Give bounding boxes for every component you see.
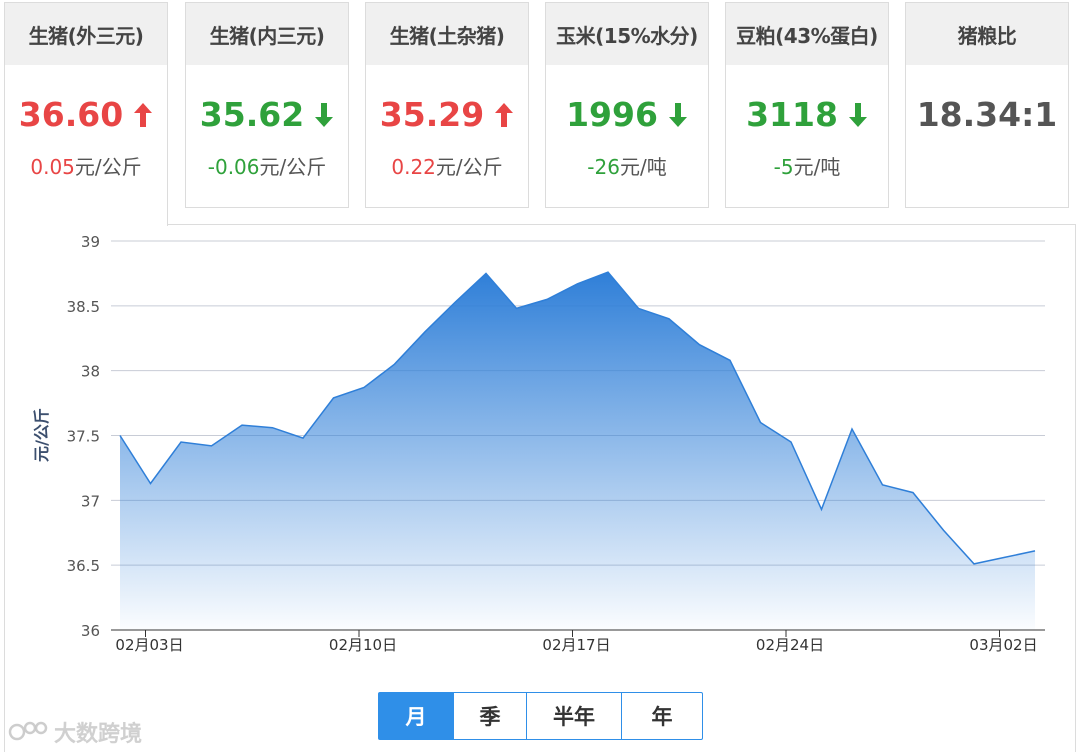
area-fill: [120, 272, 1035, 630]
data-point: [606, 270, 610, 274]
watermark-text: 大数跨境: [54, 722, 143, 747]
data-point: [1003, 555, 1007, 559]
data-point: [515, 306, 519, 310]
data-point: [393, 362, 397, 366]
y-tick-label: 36: [81, 622, 100, 640]
tab-2[interactable]: 半年: [527, 693, 622, 739]
y-tick-label: 38.5: [67, 298, 100, 316]
y-tick-label: 39: [81, 233, 100, 251]
data-point: [911, 491, 915, 495]
y-tick-label: 37.5: [67, 428, 100, 446]
data-point: [423, 330, 427, 334]
data-point: [881, 483, 885, 487]
data-point: [728, 358, 732, 362]
price-trend-chart: 36 36.5 37 37.5 38 38.5 39 元/公斤 02月03日 02月10日 02月1…: [32, 233, 1045, 654]
data-point: [759, 421, 763, 425]
x-tick-label: 02月10日: [329, 636, 397, 654]
data-point: [271, 426, 275, 430]
y-tick-label: 37: [81, 492, 100, 510]
x-tick-label: 03月02日: [969, 636, 1037, 654]
data-point: [942, 528, 946, 532]
x-tick-label: 02月17日: [542, 636, 610, 654]
watermark-logo-icon: [8, 721, 48, 741]
data-point: [637, 306, 641, 310]
data-point: [972, 562, 976, 566]
data-point: [362, 386, 366, 390]
data-point: [179, 440, 183, 444]
y-axis-label: 元/公斤: [32, 408, 51, 462]
data-point: [850, 427, 854, 431]
range-tabs: 月季半年年: [378, 692, 703, 740]
data-point: [240, 423, 244, 427]
data-point: [484, 271, 488, 275]
data-point: [667, 317, 671, 321]
tab-1[interactable]: 季: [454, 693, 527, 739]
data-point: [576, 282, 580, 286]
data-point: [301, 436, 305, 440]
y-tick-label: 38: [81, 363, 100, 381]
tab-0[interactable]: 月: [379, 693, 454, 739]
data-point: [698, 343, 702, 347]
data-point: [149, 481, 153, 485]
data-point: [118, 434, 122, 438]
data-point: [789, 440, 793, 444]
data-point: [454, 300, 458, 304]
x-tick-label: 02月24日: [756, 636, 824, 654]
data-point: [332, 396, 336, 400]
watermark: 大数跨境: [8, 716, 142, 748]
y-tick-label: 36.5: [67, 557, 100, 575]
data-point: [1033, 549, 1037, 553]
data-point: [545, 297, 549, 301]
x-tick-label: 02月03日: [115, 636, 183, 654]
data-point: [820, 507, 824, 511]
data-point: [210, 444, 214, 448]
tab-3[interactable]: 年: [622, 693, 702, 739]
